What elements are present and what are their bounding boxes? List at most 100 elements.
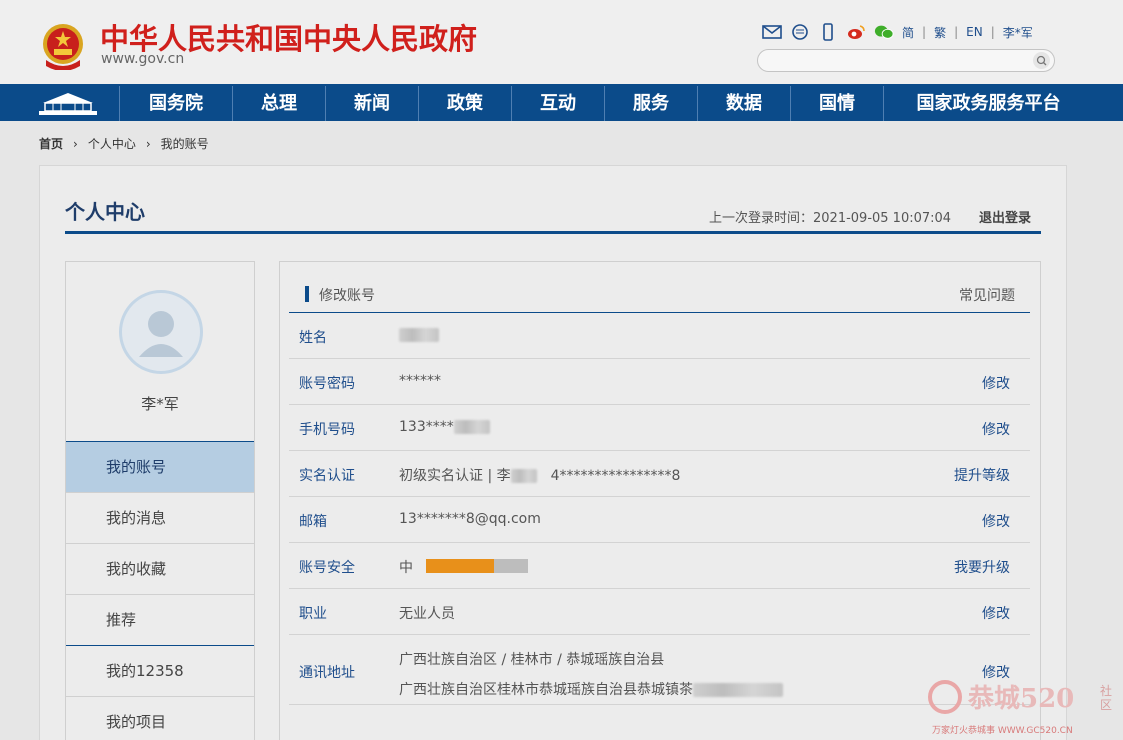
search-icon (1036, 55, 1047, 66)
chevron-right-icon: › (145, 136, 151, 151)
separator: | (954, 25, 959, 39)
address-detail: 广西壮族自治区桂林市恭城瑶族自治县恭城镇茶 (399, 679, 783, 699)
address-detail-text: 广西壮族自治区桂林市恭城瑶族自治县恭城镇茶 (399, 682, 693, 698)
row-password: 账号密码 ****** 修改 (289, 359, 1030, 405)
nav-item-news[interactable]: 新闻 (325, 86, 418, 121)
lang-simplified-link[interactable]: 简 (902, 24, 914, 41)
row-address: 通讯地址 广西壮族自治区 / 桂林市 / 恭城瑶族自治县 广西壮族自治区桂林市恭… (289, 635, 1030, 705)
home-building-icon[interactable] (35, 89, 101, 119)
row-label: 账号密码 (299, 376, 355, 392)
row-label: 邮箱 (299, 514, 327, 530)
mail-icon[interactable] (762, 23, 782, 41)
watermark-subtext: 万家灯火恭城事 WWW.GC520.CN (932, 726, 1073, 736)
breadcrumb-current: 我的账号 (160, 137, 209, 151)
page-title: 个人中心 (65, 200, 145, 224)
row-value: 133**** (399, 419, 490, 435)
redacted-block (453, 420, 490, 434)
id-number: 4****************8 (550, 468, 681, 484)
nav-item-service-platform[interactable]: 国家政务服务平台 (883, 86, 1093, 121)
sidebar-item-my-messages[interactable]: 我的消息 (66, 492, 254, 543)
breadcrumb-home[interactable]: 首页 (39, 135, 63, 152)
site-domain: www.gov.cn (101, 51, 185, 67)
site-header: 中华人民共和国中央人民政府 www.gov.cn 简 | 繁 | EN | 李*… (0, 0, 1123, 84)
edit-occupation-link[interactable]: 修改 (982, 603, 1010, 623)
breadcrumb: 首页 › 个人中心 › 我的账号 (39, 135, 209, 152)
row-label: 账号安全 (299, 560, 355, 576)
row-phone: 手机号码 133**** 修改 (289, 405, 1030, 451)
nav-item-premier[interactable]: 总理 (232, 86, 325, 121)
user-avatar-icon (139, 311, 183, 357)
last-login-time: 上一次登录时间：2021-09-05 10:07:04 (709, 211, 952, 226)
logout-link[interactable]: 退出登录 (979, 207, 1031, 226)
separator: | (990, 25, 995, 39)
redacted-block (399, 328, 439, 342)
weibo-icon[interactable] (846, 23, 866, 41)
nav-item-data[interactable]: 数据 (697, 86, 790, 121)
section-marker (305, 286, 309, 302)
row-label: 手机号码 (299, 422, 355, 438)
title-divider (65, 231, 1041, 234)
row-value: 中 (399, 560, 413, 576)
watermark-side: 社区 (1100, 684, 1113, 712)
redacted-block (693, 683, 783, 697)
sidebar-item-my-projects[interactable]: 我的项目 (66, 696, 254, 740)
upgrade-security-link[interactable]: 我要升级 (954, 557, 1010, 577)
row-value: 无业人员 (399, 606, 455, 622)
sidebar-item-my-12358[interactable]: 我的12358 (66, 645, 254, 696)
top-tools: 简 | 繁 | EN | 李*军 (762, 22, 1033, 42)
row-verification: 实名认证 初级实名认证 | 李 4****************8 提升等级 (289, 451, 1030, 497)
wechat-icon[interactable] (874, 23, 894, 41)
message-icon[interactable] (790, 23, 810, 41)
mobile-icon[interactable] (818, 23, 838, 41)
phone-value: 133**** (399, 419, 454, 435)
section-title: 修改账号 (319, 288, 375, 304)
nav-item-national-info[interactable]: 国情 (790, 86, 883, 121)
row-value: ****** (399, 373, 441, 389)
sidebar-item-recommend[interactable]: 推荐 (66, 594, 254, 645)
watermark-text: 恭城520 (968, 684, 1075, 714)
chevron-right-icon: › (73, 136, 78, 151)
edit-phone-link[interactable]: 修改 (982, 419, 1010, 439)
row-label: 职业 (299, 606, 327, 622)
row-name: 姓名 (289, 313, 1030, 359)
sidebar-item-my-favorites[interactable]: 我的收藏 (66, 543, 254, 594)
nav-item-policy[interactable]: 政策 (418, 86, 511, 121)
verification-level: 初级实名认证 | 李 (399, 468, 511, 484)
faq-link[interactable]: 常见问题 (959, 285, 1015, 305)
edit-email-link[interactable]: 修改 (982, 511, 1010, 531)
strength-segment (426, 559, 460, 573)
strength-segment (460, 559, 494, 573)
nav-item-guowuyuan[interactable]: 国务院 (119, 86, 232, 121)
lang-traditional-link[interactable]: 繁 (934, 24, 946, 41)
row-occupation: 职业 无业人员 修改 (289, 589, 1030, 635)
upgrade-level-link[interactable]: 提升等级 (954, 465, 1010, 485)
separator: | (922, 25, 927, 39)
user-name: 李*军 (141, 395, 179, 413)
lang-english-link[interactable]: EN (966, 25, 983, 39)
row-email: 邮箱 13*******8@qq.com 修改 (289, 497, 1030, 543)
search-input[interactable] (757, 49, 1055, 72)
watermark-circle-icon (928, 680, 962, 714)
avatar[interactable] (119, 290, 203, 374)
nav-item-interaction[interactable]: 互动 (511, 86, 604, 121)
national-emblem-icon[interactable] (40, 22, 86, 70)
breadcrumb-personal-center[interactable]: 个人中心 (88, 135, 136, 152)
row-label: 通讯地址 (299, 665, 355, 681)
row-value: 初级实名认证 | 李 4****************8 (399, 465, 680, 485)
row-label: 姓名 (299, 330, 327, 346)
row-label: 实名认证 (299, 468, 355, 484)
security-strength-bar (426, 559, 528, 573)
user-short-link[interactable]: 李*军 (1003, 24, 1033, 41)
redacted-block (510, 469, 537, 483)
sidebar-item-my-account[interactable]: 我的账号 (66, 441, 254, 492)
search-button[interactable] (1033, 52, 1050, 69)
row-value: 13*******8@qq.com (399, 511, 541, 527)
address-region: 广西壮族自治区 / 桂林市 / 恭城瑶族自治县 (399, 652, 665, 668)
row-value (399, 327, 439, 343)
edit-password-link[interactable]: 修改 (982, 373, 1010, 393)
main-nav: 国务院 总理 新闻 政策 互动 服务 数据 国情 国家政务服务平台 (0, 84, 1123, 121)
watermark-logo: 恭城520 万家灯火恭城事 WWW.GC520.CN 社区 (924, 676, 1119, 736)
nav-item-services[interactable]: 服务 (604, 86, 697, 121)
strength-segment (494, 559, 528, 573)
row-security: 账号安全 中 我要升级 (289, 543, 1030, 589)
